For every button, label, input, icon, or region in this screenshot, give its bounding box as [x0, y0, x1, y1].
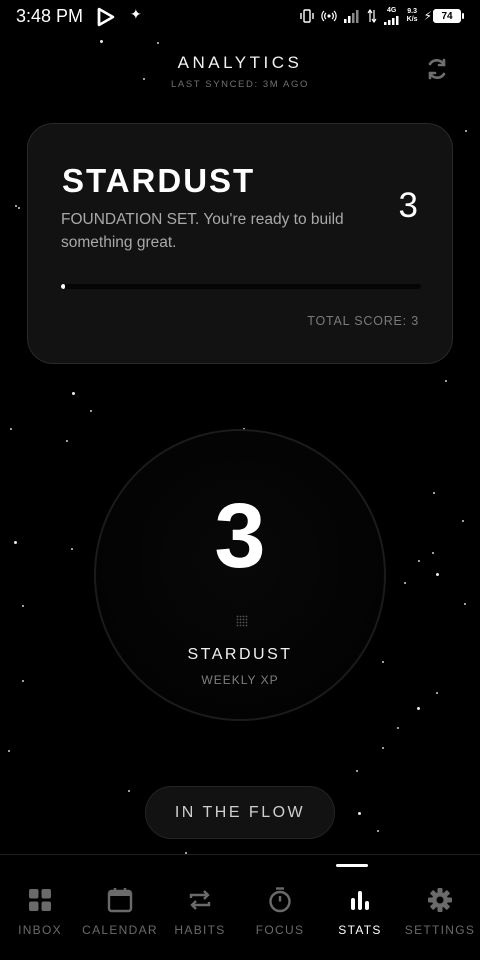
star-dot	[71, 548, 73, 550]
star-dot	[10, 428, 12, 430]
rank-card[interactable]: STARDUST FOUNDATION SET. You're ready to…	[27, 123, 453, 364]
battery-level: 74	[433, 9, 461, 23]
star-dot	[90, 410, 92, 412]
network-type: 4G	[386, 7, 397, 14]
signal-icon	[343, 10, 359, 23]
rank-progress-bar	[61, 284, 421, 289]
rank-score: 3	[398, 186, 418, 225]
grid-icon	[29, 889, 51, 911]
calendar-icon	[107, 888, 133, 913]
repeat-icon	[189, 890, 211, 910]
star-dot	[418, 560, 420, 562]
star-dot	[432, 552, 434, 554]
nav-label-inbox: INBOX	[18, 923, 62, 937]
in-the-flow-button[interactable]: IN THE FLOW	[145, 786, 335, 839]
nav-item-inbox[interactable]: INBOX	[0, 855, 80, 960]
star-dot	[417, 707, 420, 710]
star-dot	[22, 605, 24, 607]
status-icons: 4G 9.3 K/s ⚡ 74	[299, 6, 464, 26]
last-synced-label: LAST SYNCED: 3M AGO	[171, 79, 309, 90]
vibrate-icon	[299, 9, 314, 23]
nav-item-settings[interactable]: SETTINGS	[400, 855, 480, 960]
star-dot	[22, 680, 24, 682]
star-dot	[382, 747, 384, 749]
status-time: 3:48 PM	[16, 6, 84, 26]
star-dot	[18, 207, 20, 209]
bar-chart-icon	[351, 891, 369, 910]
star-dot	[397, 727, 399, 729]
star-dot	[404, 582, 406, 584]
status-bar: 3:48 PM ✦ 4G 9.3 K/s ⚡ 74	[0, 0, 480, 32]
weekly-xp-ring: 3 STARDUST WEEKLY XP	[94, 429, 386, 721]
data-arrows-icon	[367, 9, 377, 23]
rank-title: STARDUST	[62, 162, 256, 199]
star-dot	[15, 205, 17, 207]
nav-label-settings: SETTINGS	[404, 923, 476, 937]
star-dot	[66, 440, 68, 442]
nav-item-calendar[interactable]: CALENDAR	[80, 855, 160, 960]
weekly-xp-sublabel: WEEKLY XP	[201, 673, 279, 687]
network-speed: 9.3	[407, 8, 417, 15]
sync-refresh-icon[interactable]	[424, 56, 450, 82]
star-dot	[433, 492, 435, 494]
star-dot	[436, 573, 439, 576]
star-dot	[436, 692, 438, 694]
active-tab-indicator	[336, 864, 368, 867]
star-dot	[464, 603, 466, 605]
total-score-label: TOTAL SCORE: 3	[307, 314, 419, 328]
weekly-xp-value: 3	[214, 485, 266, 587]
star-dot	[358, 812, 361, 815]
nav-item-habits[interactable]: HABITS	[160, 855, 240, 960]
star-dot	[72, 392, 75, 395]
star-dot	[128, 790, 130, 792]
hotspot-icon	[320, 10, 337, 22]
star-dot	[462, 520, 464, 522]
nav-item-focus[interactable]: FOCUS	[240, 855, 320, 960]
dot-grid-icon	[236, 615, 248, 627]
battery-tip	[462, 13, 464, 19]
star-dot	[14, 541, 17, 544]
nav-label-focus: FOCUS	[255, 923, 305, 937]
network-speed-unit: K/s	[406, 16, 418, 23]
nav-label-calendar: CALENDAR	[82, 923, 158, 937]
stopwatch-icon	[269, 887, 291, 913]
star-dot	[465, 130, 467, 132]
star-dot	[445, 380, 447, 382]
bottom-navigation: INBOX CALENDAR HABITS FOCUS STATS SETTIN…	[0, 854, 480, 960]
battery-indicator: ⚡ 74	[424, 9, 464, 23]
rank-description: FOUNDATION SET. You're ready to build so…	[61, 211, 344, 251]
sparkle-icon: ✦	[130, 6, 142, 22]
nav-label-habits: HABITS	[174, 923, 226, 937]
star-dot	[100, 40, 103, 43]
nav-item-stats[interactable]: STATS	[320, 855, 400, 960]
rank-progress-fill	[61, 284, 65, 289]
signal-4g-icon	[383, 16, 399, 25]
star-dot	[377, 830, 379, 832]
charging-bolt-icon: ⚡	[423, 9, 432, 23]
nav-label-stats: STATS	[338, 923, 382, 937]
weekly-xp-rank-label: STARDUST	[187, 646, 293, 663]
page-title: ANALYTICS	[177, 53, 303, 72]
star-dot	[356, 770, 358, 772]
star-dot	[8, 750, 10, 752]
gear-icon	[428, 888, 452, 912]
play-app-icon	[97, 7, 115, 27]
star-dot	[157, 42, 159, 44]
